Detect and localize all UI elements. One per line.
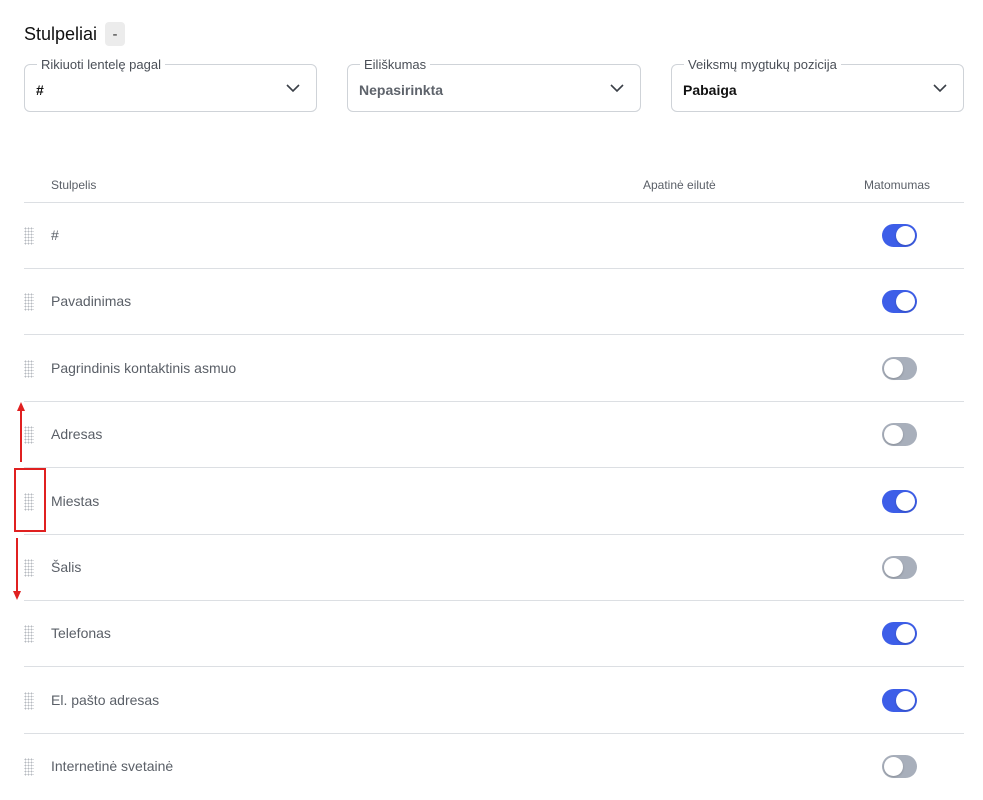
chevron-down-icon [286,84,300,93]
sort-by-value: # [36,82,44,98]
row-label: Miestas [51,493,100,509]
visibility-toggle[interactable] [882,622,917,645]
toggle-knob [896,226,915,245]
toggle-knob [896,292,915,311]
visibility-toggle[interactable] [882,689,917,712]
bottom-row-header: Apatinė eilutė [643,178,716,192]
order-select[interactable]: Eiliškumas Nepasirinkta [347,57,641,112]
table-row: Miestas [24,469,964,535]
row-label: # [51,227,59,243]
visibility-toggle[interactable] [882,224,917,247]
arrow-down-icon [13,538,21,600]
visibility-toggle[interactable] [882,556,917,579]
sort-by-select[interactable]: Rikiuoti lentelę pagal # [24,57,317,112]
action-buttons-position-value: Pabaiga [683,82,737,98]
toggle-knob [884,359,903,378]
toggle-knob [884,425,903,444]
chevron-down-icon [610,84,624,93]
visibility-toggle[interactable] [882,290,917,313]
row-label: Šalis [51,559,82,575]
order-value: Nepasirinkta [359,82,444,98]
visibility-toggle[interactable] [882,490,917,513]
drag-handle-icon[interactable] [24,293,34,311]
action-buttons-position-select[interactable]: Veiksmų mygtukų pozicija Pabaiga [671,57,964,112]
drag-handle-icon[interactable] [24,625,34,643]
chevron-down-icon [933,84,947,93]
drag-handle-icon[interactable] [24,758,34,776]
table-row: Šalis [24,535,964,601]
row-label: Pavadinimas [51,293,132,309]
columns-settings-page: Stulpeliai - Rikiuoti lentelę pagal # Ei… [0,0,983,800]
table-row: El. pašto adresas [24,668,964,734]
row-label: Internetinė svetainė [51,758,174,774]
row-label: Telefonas [51,625,111,641]
row-label: Pagrindinis kontaktinis asmuo [51,360,237,376]
toggle-knob [896,492,915,511]
section-title: Stulpeliai [24,23,98,44]
table-row: Adresas [24,402,964,468]
section-header: Stulpeliai - [24,22,126,46]
table-row: # [24,203,964,269]
drag-handle-icon[interactable] [24,227,34,245]
columns-table-header: Stulpelis Apatinė eilutė Matomumas [24,170,964,203]
sort-by-label: Rikiuoti lentelę pagal [37,57,165,72]
toggle-knob [896,691,915,710]
arrow-up-icon [17,402,25,462]
drag-handle-icon[interactable] [24,360,34,378]
table-row: Internetinė svetainė [24,734,964,800]
toggle-knob [884,757,903,776]
table-row: Pagrindinis kontaktinis asmuo [24,336,964,402]
visibility-toggle[interactable] [882,357,917,380]
visibility-toggle[interactable] [882,423,917,446]
table-row: Telefonas [24,601,964,667]
toggle-knob [884,558,903,577]
visibility-toggle[interactable] [882,755,917,778]
row-label: Adresas [51,426,103,442]
drag-handle-icon[interactable] [24,692,34,710]
toggle-knob [896,624,915,643]
table-row: Pavadinimas [24,269,964,335]
order-label: Eiliškumas [360,57,431,72]
visibility-header: Matomumas [864,178,931,192]
column-header: Stulpelis [51,178,97,192]
highlight-box [14,468,46,532]
collapse-button[interactable]: - [105,22,126,46]
row-label: El. pašto adresas [51,692,160,708]
action-buttons-position-label: Veiksmų mygtukų pozicija [684,57,841,72]
